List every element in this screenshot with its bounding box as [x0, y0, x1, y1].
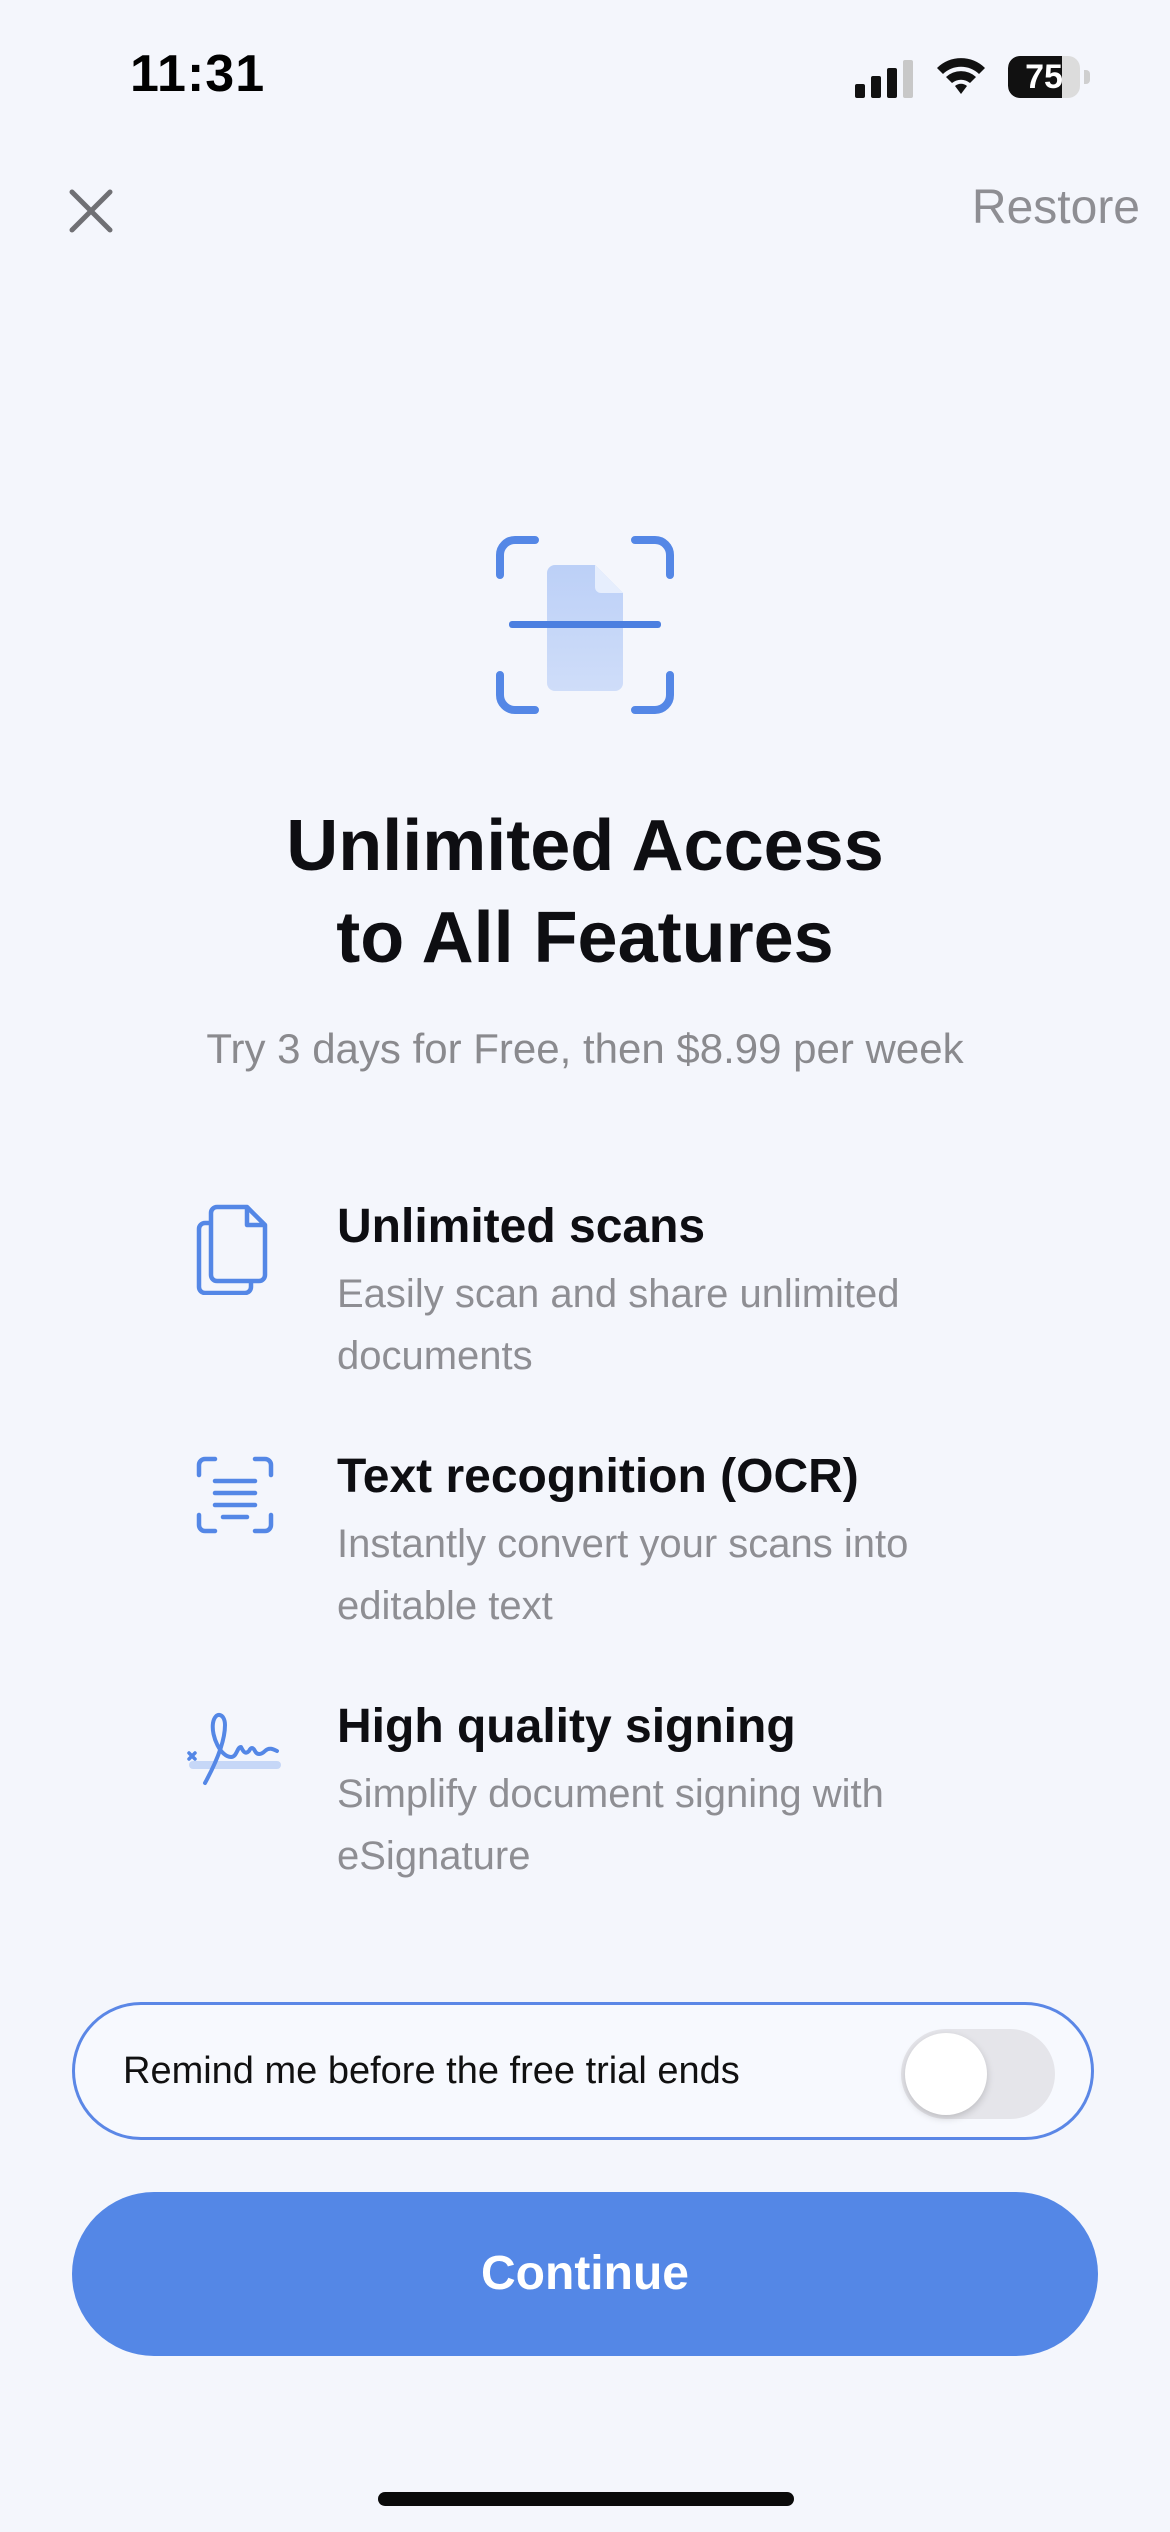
feature-description: Simplify document signing with eSignatur… — [337, 1772, 884, 1878]
page-title-line1: Unlimited Access — [286, 806, 884, 886]
text-scan-icon — [196, 1456, 274, 1534]
feature-item: High quality signing Simplify document s… — [185, 1695, 1085, 1945]
features-list: Unlimited scans Easily scan and share un… — [185, 1195, 1085, 1945]
page-title: Unlimited Access to All Features — [0, 800, 1170, 984]
signature-icon — [187, 1713, 281, 1785]
signal-icon — [855, 60, 913, 98]
feature-title: Text recognition (OCR) — [337, 1450, 859, 1503]
feature-description: Easily scan and share unlimited document… — [337, 1272, 900, 1378]
battery-percent: 75 — [1025, 58, 1063, 96]
home-indicator — [378, 2492, 794, 2506]
feature-title: High quality signing — [337, 1700, 796, 1753]
toggle-knob — [905, 2033, 987, 2115]
page-title-line2: to All Features — [336, 898, 834, 978]
document-scan-icon — [496, 536, 674, 714]
trial-reminder-row: Remind me before the free trial ends — [72, 2002, 1094, 2140]
status-time: 11:31 — [130, 45, 266, 103]
feature-description: Instantly convert your scans into editab… — [337, 1522, 909, 1628]
restore-button[interactable]: Restore — [972, 180, 1140, 235]
battery-icon: 75 — [1008, 56, 1090, 98]
feature-item: Text recognition (OCR) Instantly convert… — [185, 1445, 1085, 1695]
trial-reminder-label: Remind me before the free trial ends — [123, 2050, 740, 2092]
status-bar: 11:31 75 — [0, 0, 1170, 150]
pricing-subtitle: Try 3 days for Free, then $8.99 per week — [206, 1025, 964, 1072]
continue-button[interactable]: Continue — [72, 2192, 1098, 2356]
trial-reminder-toggle[interactable] — [901, 2029, 1055, 2119]
feature-title: Unlimited scans — [337, 1200, 706, 1253]
close-icon[interactable] — [60, 180, 122, 242]
feature-item: Unlimited scans Easily scan and share un… — [185, 1195, 1085, 1445]
documents-icon — [196, 1204, 268, 1295]
wifi-icon — [937, 58, 985, 94]
